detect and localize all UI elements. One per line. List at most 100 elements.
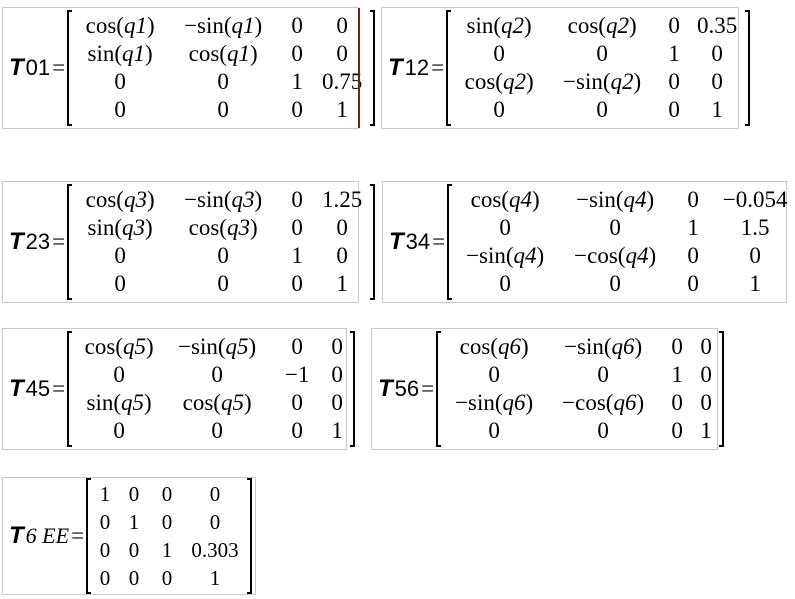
cursor-edge	[358, 8, 360, 128]
matrix-cell: 0	[99, 510, 111, 534]
matrix-cell: 0	[493, 97, 505, 122]
matrix-cell: cos(q5)	[84, 334, 154, 359]
subscript: 34	[405, 229, 431, 254]
matrix-cell: 0	[331, 334, 343, 359]
formula-box-t45[interactable]: T 45 = cos(q5) −sin(q5) 0 0 0 0 −1 0 sin(q5) cos(…	[2, 328, 356, 450]
subscript: 23	[25, 229, 51, 254]
lhs-t45: T 45 =	[9, 375, 65, 403]
matrix-cell: −sin(q4)	[576, 187, 655, 212]
matrix-cell: −sin(q1)	[184, 13, 263, 38]
matrix-cell: 0	[331, 362, 343, 387]
formula-box-t56[interactable]: T 56 = cos(q6) −sin(q6) 0 0 0 0 1 0 −sin(q6) −cos…	[371, 328, 725, 450]
equals-sign: =	[52, 55, 66, 80]
matrix-cell: 1.25	[322, 187, 363, 212]
matrix-cell: 1.5	[740, 215, 770, 240]
matrix-cell: 0	[217, 97, 229, 122]
symbol-t: T	[388, 54, 403, 81]
matrix-cell: cos(q2)	[567, 13, 637, 38]
matrix-cell: 0	[291, 215, 303, 240]
matrix-cell: 1	[331, 418, 343, 443]
matrix-cell: 0	[488, 418, 500, 443]
matrix-cell: cos(q5)	[182, 390, 252, 415]
equals-sign: =	[431, 55, 445, 80]
matrix-cell: cos(q1)	[85, 13, 155, 38]
matrix-cell: 0	[99, 566, 111, 590]
matrix-cell: −sin(q3)	[184, 187, 263, 212]
matrix-cell: 0	[211, 362, 223, 387]
matrix-cell: 0	[209, 482, 221, 506]
matrix-cell: 0	[217, 243, 229, 268]
matrix-cell: 0	[671, 334, 683, 359]
matrix-cell: −sin(q6)	[455, 390, 534, 415]
matrix-cell: 0	[113, 418, 125, 443]
matrix-cell: 0	[596, 97, 608, 122]
matrix-cell: −sin(q2)	[563, 69, 642, 94]
matrix-cell: 0	[291, 390, 303, 415]
matrix-cell: 0	[99, 538, 111, 562]
matrix-cell: 0	[114, 271, 126, 296]
matrix-cell: 0	[711, 69, 723, 94]
matrix-cell: 0	[161, 510, 173, 534]
formula-box-t01[interactable]: T 01 = cos(q1) −sin(q1) 0 0 sin(q1) cos(q1) 0 0…	[2, 7, 376, 129]
matrix-cell: 0	[597, 418, 609, 443]
matrix-cell: 0	[336, 243, 348, 268]
symbol-t: T	[9, 522, 24, 549]
matrix-cell: 0	[114, 243, 126, 268]
matrix-cell: −0.054	[722, 187, 788, 212]
matrix-cell: 0	[209, 510, 221, 534]
matrix-cell: sin(q1)	[87, 41, 153, 66]
matrix-cell: 0	[128, 482, 140, 506]
matrix-cell: 0	[291, 13, 303, 38]
lhs-t34: T 34 =	[389, 228, 445, 256]
matrix-cell: 0	[217, 69, 229, 94]
matrix-t01: cos(q1) −sin(q1) 0 0 sin(q1) cos(q1) 0 0 0 0 1 0.75…	[67, 10, 376, 126]
lhs-t01: T 01 =	[9, 54, 65, 82]
matrix-cell: −1	[284, 362, 310, 387]
matrix-cell: 0	[687, 187, 699, 212]
symbol-t: T	[389, 228, 404, 255]
matrix-t23: cos(q3) −sin(q3) 0 1.25 sin(q3) cos(q3) 0 0 0 0 1 0…	[67, 184, 376, 300]
subscript: 6 EE	[25, 523, 70, 548]
matrix-cell: 0	[687, 271, 699, 296]
matrix-cell: 1	[291, 69, 303, 94]
matrix-cell: 1	[687, 215, 699, 240]
matrix-cell: 1	[700, 418, 712, 443]
equals-sign: =	[52, 229, 66, 254]
matrix-cell: 0	[291, 418, 303, 443]
matrix-cell: 1	[161, 538, 173, 562]
matrix-cell: −sin(q5)	[178, 334, 257, 359]
matrix-cell: cos(q4)	[470, 187, 540, 212]
matrix-cell: 0	[687, 243, 699, 268]
lhs-t56: T 56 =	[378, 375, 434, 403]
symbol-t: T	[9, 54, 24, 81]
formula-box-t23[interactable]: T 23 = cos(q3) −sin(q3) 0 1.25 sin(q3) cos(q3…	[2, 181, 376, 303]
matrix-t34: cos(q4) −sin(q4) 0 −0.054 0 0 1 1.5 −sin(q4) −cos…	[447, 184, 795, 300]
formula-box-t6ee[interactable]: T 6 EE = 1 0 0 0 0 1 0 0 0 0 1 0.303 0 0 0 1	[2, 477, 256, 595]
matrix-cell: 0.75	[322, 69, 363, 94]
subscript: 12	[404, 55, 430, 80]
lhs-t23: T 23 =	[9, 228, 65, 256]
matrix-cell: cos(q1)	[188, 41, 258, 66]
matrix-cell: 0	[671, 418, 683, 443]
equals-sign: =	[421, 376, 435, 401]
matrix-cell: 0	[217, 271, 229, 296]
formula-box-t12[interactable]: T 12 = sin(q2) cos(q2) 0 0.35 0 0 1 0 cos(q2) −si…	[381, 7, 751, 129]
matrix-cell: 1	[749, 271, 761, 296]
matrix-cell: 0	[700, 390, 712, 415]
formula-box-t34[interactable]: T 34 = cos(q4) −sin(q4) 0 −0.054 0 0 1 1.5 −sin(…	[382, 181, 788, 303]
matrix-cell: 0	[668, 13, 680, 38]
matrix-cell: 0	[711, 41, 723, 66]
matrix-cell: 0	[668, 97, 680, 122]
matrix-cell: 0	[291, 271, 303, 296]
matrix-cell: 0	[291, 97, 303, 122]
matrix-cell: 0	[114, 97, 126, 122]
matrix-cell: 0	[336, 13, 348, 38]
matrix-cell: 0	[609, 215, 621, 240]
matrix-cell: cos(q3)	[85, 187, 155, 212]
matrix-cell: 0	[609, 271, 621, 296]
matrix-cell: 0	[749, 243, 761, 268]
matrix-cell: cos(q3)	[188, 215, 258, 240]
matrix-cell: 0	[331, 390, 343, 415]
matrix-cell: −sin(q4)	[466, 243, 545, 268]
matrix-cell: 0	[211, 418, 223, 443]
